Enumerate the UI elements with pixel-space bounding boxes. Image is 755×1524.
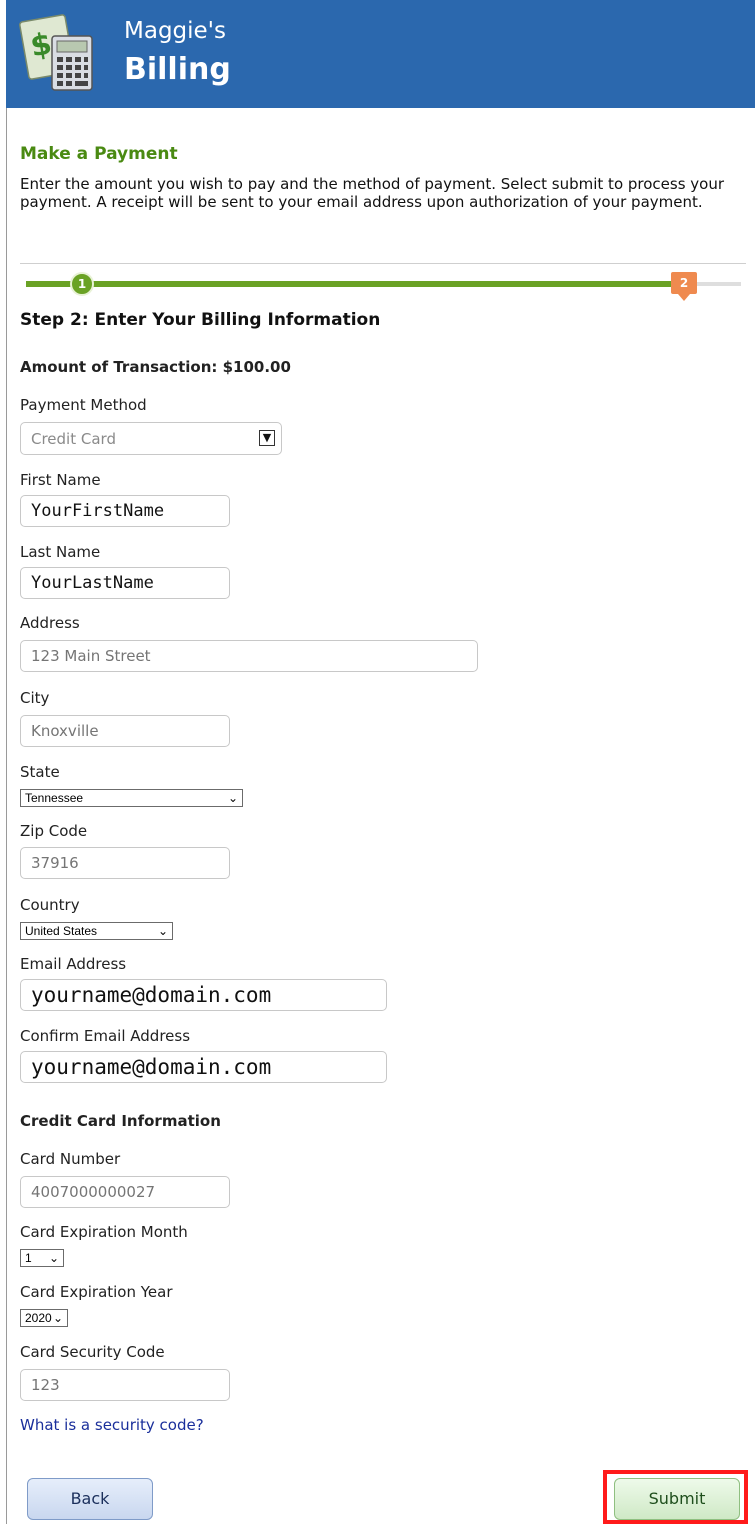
city-input[interactable] xyxy=(20,715,230,747)
credit-card-heading: Credit Card Information xyxy=(20,1112,221,1130)
address-input[interactable] xyxy=(20,640,478,672)
confirm-email-label: Confirm Email Address xyxy=(20,1027,191,1045)
left-border xyxy=(6,108,7,1524)
email-input[interactable] xyxy=(20,979,387,1011)
step-2-marker: 2 xyxy=(671,272,697,294)
exp-month-label: Card Expiration Month xyxy=(20,1223,188,1241)
exp-year-value: 2020 xyxy=(25,1311,52,1325)
confirm-email-input[interactable] xyxy=(20,1051,387,1083)
card-number-input[interactable] xyxy=(20,1176,230,1208)
payment-method-select[interactable]: Credit Card ▼ xyxy=(20,422,282,455)
country-value: United States xyxy=(25,924,98,938)
security-code-label: Card Security Code xyxy=(20,1343,165,1361)
intro-text: Enter the amount you wish to pay and the… xyxy=(20,175,725,211)
first-name-input[interactable] xyxy=(20,495,230,527)
step-1-marker: 1 xyxy=(70,272,94,296)
back-button[interactable]: Back xyxy=(27,1478,153,1520)
city-label: City xyxy=(20,689,50,707)
payment-method-label: Payment Method xyxy=(20,396,147,414)
step-heading: Step 2: Enter Your Billing Information xyxy=(20,310,381,330)
country-label: Country xyxy=(20,896,80,914)
state-label: State xyxy=(20,763,60,781)
brand-title: Billing xyxy=(124,52,231,87)
payment-method-value: Credit Card xyxy=(31,430,116,448)
first-name-label: First Name xyxy=(20,471,101,489)
transaction-amount: Amount of Transaction: $100.00 xyxy=(20,358,291,376)
email-label: Email Address xyxy=(20,955,127,973)
address-label: Address xyxy=(20,614,80,632)
card-number-label: Card Number xyxy=(20,1150,121,1168)
step-2-marker-pointer xyxy=(678,294,690,301)
app-header: $ Maggie's Billing xyxy=(6,0,755,108)
chevron-down-icon: ⌄ xyxy=(227,791,238,805)
chevron-down-icon: ▼ xyxy=(259,430,275,446)
calculator-money-icon: $ xyxy=(19,14,93,91)
section-title: Make a Payment xyxy=(20,144,178,164)
state-value: Tennessee xyxy=(25,791,84,805)
brand-name: Maggie's xyxy=(124,18,226,44)
zip-input[interactable] xyxy=(20,847,230,879)
chevron-down-icon: ⌄ xyxy=(52,1311,63,1325)
security-code-input[interactable] xyxy=(20,1369,230,1401)
state-select[interactable]: Tennessee ⌄ xyxy=(20,789,243,807)
divider xyxy=(20,263,746,264)
zip-label: Zip Code xyxy=(20,822,88,840)
exp-year-select[interactable]: 2020 ⌄ xyxy=(20,1309,68,1327)
exp-month-select[interactable]: 1 ⌄ xyxy=(20,1249,64,1267)
chevron-down-icon: ⌄ xyxy=(157,924,168,938)
security-code-help-link[interactable]: What is a security code? xyxy=(20,1416,204,1434)
exp-year-label: Card Expiration Year xyxy=(20,1283,173,1301)
last-name-label: Last Name xyxy=(20,543,101,561)
last-name-input[interactable] xyxy=(20,567,230,599)
exp-month-value: 1 xyxy=(25,1251,32,1265)
country-select[interactable]: United States ⌄ xyxy=(20,922,173,940)
submit-button[interactable]: Submit xyxy=(614,1478,740,1520)
chevron-down-icon: ⌄ xyxy=(48,1251,59,1265)
progress-fill xyxy=(26,281,680,287)
